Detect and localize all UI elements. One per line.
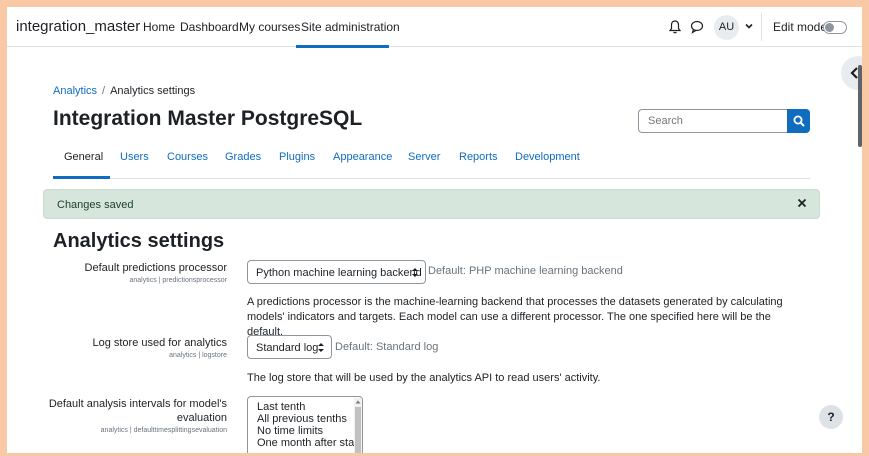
logstore-description: The log store that will be used by the a… bbox=[247, 372, 601, 384]
nav-dashboard[interactable]: Dashboard bbox=[180, 20, 239, 34]
tab-appearance[interactable]: Appearance bbox=[333, 151, 392, 163]
list-option[interactable]: Last tenth bbox=[257, 401, 305, 413]
select-arrows-icon bbox=[318, 343, 324, 352]
setting-label-evaluation-intervals-line2: evaluation bbox=[176, 412, 227, 424]
setting-label-evaluation-intervals-line1: Default analysis intervals for model's bbox=[48, 398, 227, 410]
page-title: Integration Master PostgreSQL bbox=[53, 107, 363, 130]
setting-label-logstore: Log store used for analytics bbox=[92, 337, 227, 349]
predictions-processor-select[interactable]: Python machine learning backend bbox=[247, 260, 426, 284]
close-icon[interactable] bbox=[796, 197, 808, 209]
logstore-default: Default: Standard log bbox=[335, 341, 439, 353]
evaluation-intervals-listbox[interactable]: Last tenth All previous tenths No time l… bbox=[247, 396, 363, 453]
predictions-processor-value: Python machine learning backend bbox=[256, 267, 422, 279]
tabs-divider bbox=[53, 178, 810, 179]
predictions-processor-description: A predictions processor is the machine-l… bbox=[247, 296, 783, 338]
page-frame: integration_master Home Dashboard My cou… bbox=[7, 7, 862, 453]
listbox-scrollbar[interactable] bbox=[354, 398, 362, 453]
edit-mode-toggle[interactable] bbox=[823, 21, 847, 34]
tab-users[interactable]: Users bbox=[120, 151, 149, 163]
predictions-processor-default: Default: PHP machine learning backend bbox=[428, 265, 623, 277]
help-button[interactable]: ? bbox=[819, 405, 843, 429]
select-arrows-icon bbox=[412, 268, 418, 277]
logstore-select[interactable]: Standard log bbox=[247, 335, 332, 359]
breadcrumb-separator: / bbox=[102, 85, 106, 97]
nav-my-courses[interactable]: My courses bbox=[239, 20, 300, 34]
breadcrumb-current: Analytics settings bbox=[110, 85, 196, 97]
navbar-divider bbox=[761, 13, 762, 41]
section-title: Analytics settings bbox=[53, 230, 225, 252]
page-scrollbar[interactable] bbox=[858, 65, 862, 147]
breadcrumb: Analytics / Analytics settings bbox=[53, 85, 195, 97]
alert-message: Changes saved bbox=[57, 199, 134, 211]
tab-server[interactable]: Server bbox=[408, 151, 440, 163]
setting-key-predictions-processor: analytics | predictionsprocessor bbox=[129, 277, 227, 284]
scroll-up-icon[interactable] bbox=[355, 399, 361, 405]
list-option[interactable]: All previous tenths bbox=[257, 413, 347, 425]
bell-icon[interactable] bbox=[669, 20, 681, 34]
nav-site-administration[interactable]: Site administration bbox=[301, 20, 400, 34]
tab-reports[interactable]: Reports bbox=[459, 151, 498, 163]
top-navbar: integration_master Home Dashboard My cou… bbox=[7, 7, 862, 48]
breadcrumb-analytics[interactable]: Analytics bbox=[53, 85, 97, 97]
tab-plugins[interactable]: Plugins bbox=[279, 151, 315, 163]
search-input[interactable] bbox=[638, 109, 788, 133]
list-option[interactable]: No time limits bbox=[257, 425, 323, 437]
edit-mode-label: Edit mode bbox=[773, 20, 828, 34]
logstore-value: Standard log bbox=[256, 342, 319, 354]
tab-general[interactable]: General bbox=[64, 151, 103, 163]
tab-development[interactable]: Development bbox=[515, 151, 580, 163]
tab-grades[interactable]: Grades bbox=[225, 151, 261, 163]
chevron-down-icon[interactable] bbox=[744, 21, 754, 31]
setting-label-predictions-processor: Default predictions processor bbox=[84, 262, 227, 274]
setting-key-evaluation-intervals: analytics | defaulttimesplittingsevaluat… bbox=[100, 427, 227, 434]
search-icon bbox=[793, 115, 805, 127]
nav-home[interactable]: Home bbox=[143, 20, 175, 34]
user-avatar[interactable]: AU bbox=[714, 15, 739, 40]
chat-icon[interactable] bbox=[690, 20, 704, 34]
site-brand[interactable]: integration_master bbox=[16, 18, 140, 35]
tab-active-indicator bbox=[53, 176, 110, 179]
tab-courses[interactable]: Courses bbox=[167, 151, 208, 163]
nav-active-indicator bbox=[296, 45, 389, 48]
success-alert: Changes saved bbox=[43, 189, 820, 219]
listbox-scroll-thumb[interactable] bbox=[355, 407, 361, 453]
setting-key-logstore: analytics | logstore bbox=[169, 352, 227, 359]
list-option[interactable]: One month after start bbox=[257, 437, 361, 449]
search-button[interactable] bbox=[787, 109, 810, 133]
